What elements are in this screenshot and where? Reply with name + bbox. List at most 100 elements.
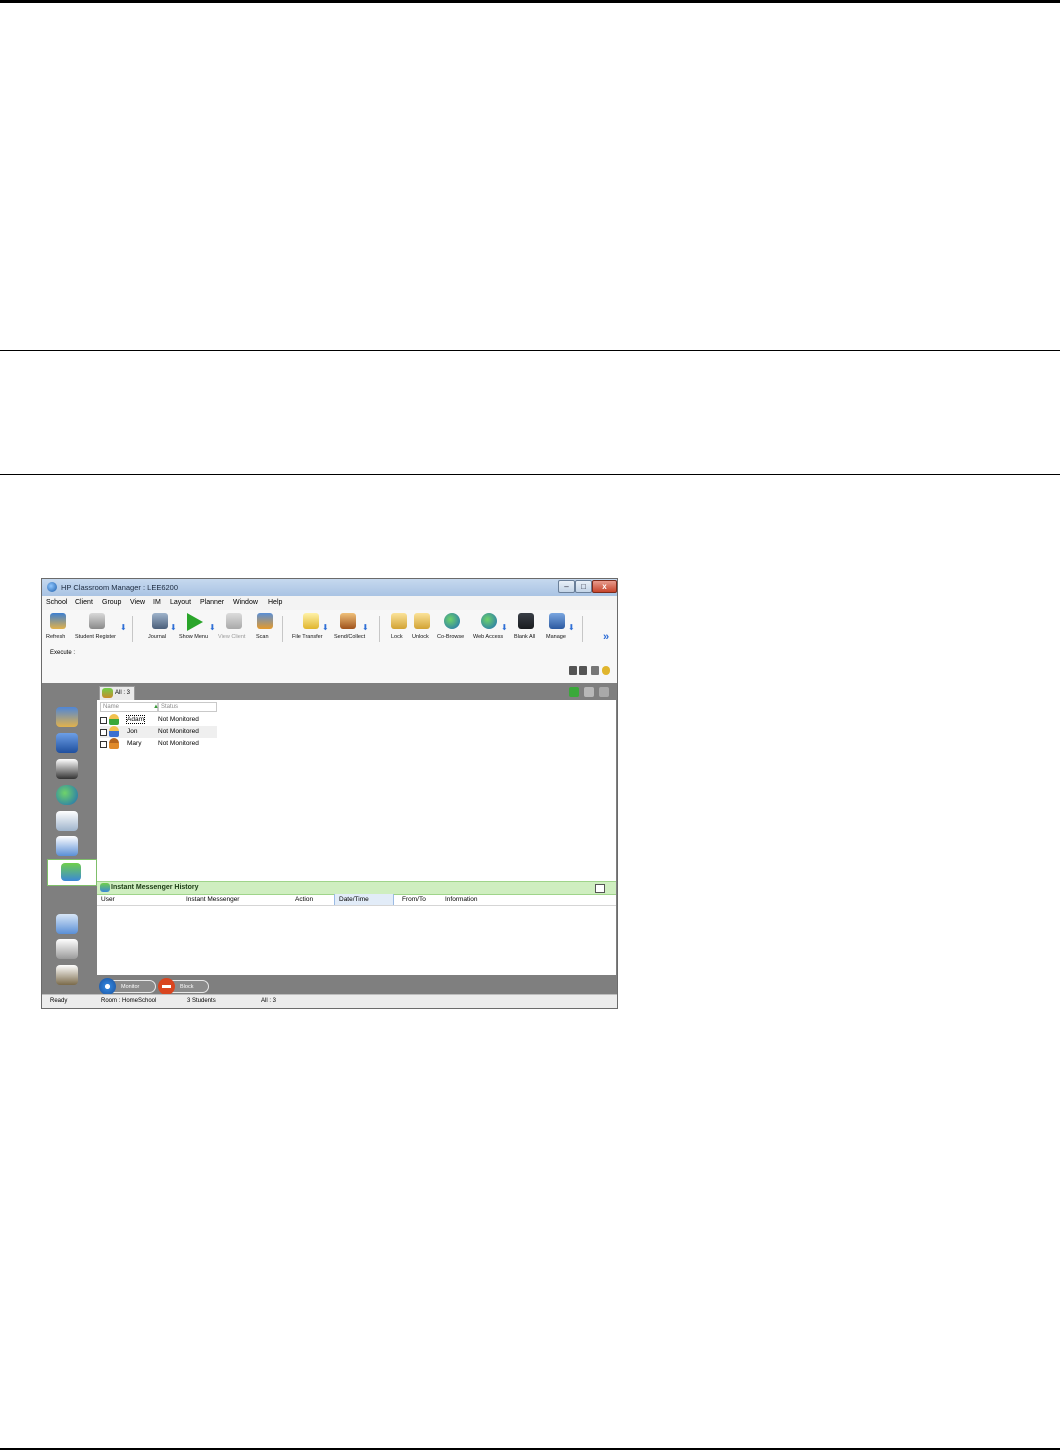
show-menu-label: Show Menu bbox=[179, 634, 209, 640]
monitor-screen-icon[interactable] bbox=[56, 733, 78, 753]
chevron-right-icon[interactable]: » bbox=[603, 631, 609, 643]
column-header-instant-messenger[interactable]: Instant Messenger bbox=[186, 896, 239, 903]
co-browse-button[interactable]: Co-Browse bbox=[437, 612, 469, 645]
properties-icon[interactable] bbox=[599, 687, 609, 697]
whiteboard-icon[interactable] bbox=[56, 965, 78, 985]
tab-strip: All : 3 bbox=[97, 683, 617, 700]
column-header-information[interactable]: Information bbox=[445, 896, 478, 903]
dropdown-arrow-icon: ⬇ bbox=[209, 623, 216, 632]
top-rule bbox=[0, 0, 1060, 3]
blank-all-button[interactable]: Blank All bbox=[514, 612, 540, 645]
web-access-button[interactable]: ⬇ Web Access bbox=[473, 612, 511, 645]
blank-all-label: Blank All bbox=[514, 634, 536, 640]
im-history-columns: User Instant Messenger Action Date/Time … bbox=[97, 894, 616, 906]
toolbar-separator bbox=[282, 616, 283, 642]
column-header-user[interactable]: User bbox=[101, 896, 115, 903]
column-header-name[interactable]: Name ▲ bbox=[100, 702, 159, 712]
menu-view[interactable]: View bbox=[130, 599, 145, 606]
lock-icon bbox=[391, 613, 407, 629]
student-name: Mary bbox=[127, 740, 142, 747]
lock-button[interactable]: Lock bbox=[391, 612, 409, 645]
monitor-button[interactable]: Monitor bbox=[99, 978, 156, 995]
web-access-label: Web Access bbox=[473, 634, 504, 640]
menu-help[interactable]: Help bbox=[268, 599, 282, 606]
row-checkbox[interactable] bbox=[100, 729, 107, 736]
document-icon[interactable] bbox=[56, 811, 78, 831]
file-transfer-icon bbox=[303, 613, 319, 629]
show-menu-button[interactable]: ⬇ Show Menu bbox=[179, 612, 216, 645]
toolbar-separator bbox=[582, 616, 583, 642]
disc-icon[interactable] bbox=[56, 914, 78, 934]
table-row[interactable]: Adam Not Monitored bbox=[100, 714, 217, 726]
student-status: Not Monitored bbox=[158, 716, 199, 723]
headset-icon[interactable] bbox=[56, 759, 78, 779]
status-room: Room : HomeSchool bbox=[101, 998, 157, 1004]
arrange-icon[interactable] bbox=[579, 666, 587, 675]
menu-school[interactable]: School bbox=[46, 599, 67, 606]
unlock-button[interactable]: Unlock bbox=[412, 612, 434, 645]
column-header-date-time[interactable]: Date/Time bbox=[334, 894, 394, 905]
refresh-button[interactable]: Refresh bbox=[46, 612, 70, 645]
close-button[interactable]: x bbox=[592, 580, 617, 593]
column-status-label: Status bbox=[161, 704, 179, 710]
manage-label: Manage bbox=[546, 634, 566, 640]
menu-group[interactable]: Group bbox=[102, 599, 121, 606]
block-label: Block bbox=[180, 984, 194, 990]
menu-planner[interactable]: Planner bbox=[200, 599, 224, 606]
settings-icon[interactable] bbox=[602, 666, 610, 675]
file-transfer-button[interactable]: ⬇ File Transfer bbox=[292, 612, 332, 645]
globe-icon[interactable] bbox=[56, 785, 78, 805]
row-checkbox[interactable] bbox=[100, 717, 107, 724]
send-collect-label: Send/Collect bbox=[334, 634, 366, 640]
toolbar: Refresh ⬇ Student Register ⬇ Journal ⬇ S… bbox=[42, 610, 617, 647]
im-history-title: Instant Messenger History bbox=[111, 884, 199, 891]
web-access-icon bbox=[481, 613, 497, 629]
list-view-icon[interactable] bbox=[591, 666, 599, 675]
clipboard-icon[interactable] bbox=[56, 836, 78, 856]
student-register-button[interactable]: ⬇ Student Register bbox=[75, 612, 127, 645]
scan-button[interactable]: Scan bbox=[256, 612, 276, 645]
student-status: Not Monitored bbox=[158, 740, 199, 747]
block-button[interactable]: Block bbox=[158, 978, 209, 995]
divider-rule-1 bbox=[0, 350, 1060, 351]
column-name-label: Name bbox=[103, 704, 120, 710]
status-all: All : 3 bbox=[261, 998, 277, 1004]
bottom-rule bbox=[0, 1448, 1060, 1450]
menu-window[interactable]: Window bbox=[233, 599, 258, 606]
left-rail bbox=[42, 683, 97, 994]
manage-button[interactable]: ⬇ Manage bbox=[546, 612, 578, 645]
co-browse-label: Co-Browse bbox=[437, 634, 465, 640]
im-history-header: Instant Messenger History bbox=[97, 881, 616, 895]
journal-button[interactable]: ⬇ Journal bbox=[148, 612, 177, 645]
app-logo-icon bbox=[47, 582, 57, 592]
file-transfer-label: File Transfer bbox=[292, 634, 323, 640]
block-icon bbox=[158, 978, 175, 995]
column-header-status[interactable]: Status bbox=[158, 702, 217, 712]
column-header-from-to[interactable]: From/To bbox=[402, 896, 426, 903]
send-collect-button[interactable]: ⬇ Send/Collect bbox=[334, 612, 374, 645]
dropdown-arrow-icon: ⬇ bbox=[322, 623, 329, 632]
view-controls bbox=[569, 666, 613, 676]
dropdown-arrow-icon: ⬇ bbox=[362, 623, 369, 632]
add-icon[interactable] bbox=[569, 687, 579, 697]
scan-label: Scan bbox=[256, 634, 269, 640]
scanner-icon[interactable] bbox=[56, 939, 78, 959]
tab-all[interactable]: All : 3 bbox=[99, 686, 135, 700]
remove-icon[interactable] bbox=[584, 687, 594, 697]
menu-im[interactable]: IM bbox=[153, 599, 161, 606]
view-client-button[interactable]: View Client bbox=[218, 612, 250, 645]
table-row[interactable]: Mary Not Monitored bbox=[100, 738, 217, 750]
eye-icon bbox=[99, 978, 116, 995]
menu-layout[interactable]: Layout bbox=[170, 599, 191, 606]
row-checkbox[interactable] bbox=[100, 741, 107, 748]
menu-client[interactable]: Client bbox=[75, 599, 93, 606]
rail-selected-item[interactable] bbox=[47, 859, 97, 886]
minimize-icon: – bbox=[564, 582, 569, 591]
column-header-action[interactable]: Action bbox=[295, 896, 313, 903]
minimize-button[interactable]: – bbox=[558, 580, 575, 593]
students-icon[interactable] bbox=[56, 707, 78, 727]
maximize-button[interactable]: □ bbox=[575, 580, 592, 593]
columns-view-icon[interactable] bbox=[569, 666, 577, 675]
table-row[interactable]: Jon Not Monitored bbox=[100, 726, 217, 738]
panel-toggle-icon[interactable] bbox=[595, 884, 605, 893]
